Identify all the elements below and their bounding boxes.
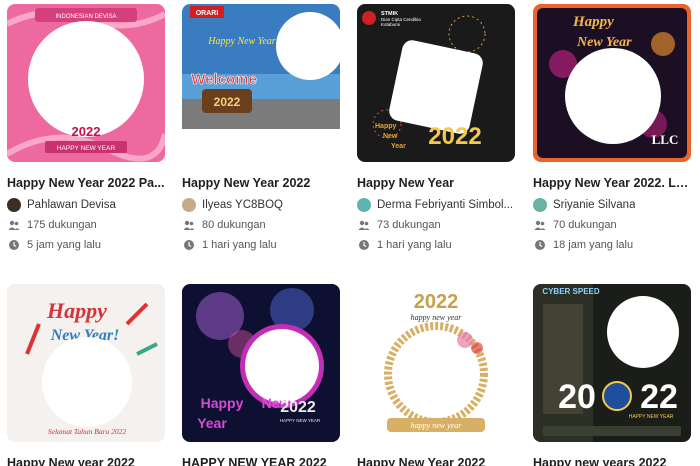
avatar	[357, 198, 371, 212]
art-school-city: Kotabumi	[381, 22, 400, 27]
time-text: 18 jam yang lalu	[553, 239, 634, 251]
author-name: Sriyanie Silvana	[553, 199, 636, 211]
post-time: 1 hari yang lalu	[357, 235, 515, 255]
avatar	[7, 198, 21, 212]
campaign-thumbnail[interactable]: 2022 happy new year happy new year	[357, 284, 515, 442]
campaign-title[interactable]: Happy New Year 2022 Pa...	[7, 175, 165, 191]
art-year-text: 2022	[72, 124, 101, 139]
art-year-word: Year	[391, 143, 406, 150]
people-icon	[533, 218, 547, 232]
supporters-text: 175 dukungan	[27, 219, 97, 231]
art-greeting-text: happy new year	[411, 313, 463, 322]
post-time: 1 hari yang lalu	[182, 235, 340, 255]
campaign-author[interactable]: Derma Febriyanti Simbol...	[357, 195, 515, 215]
campaign-thumbnail[interactable]: ORARI Happy New Year Welcome 2022	[182, 4, 340, 162]
campaign-card[interactable]: CYBER SPEED 20 22 HAPPY NEW YEAR Happy n…	[533, 284, 691, 466]
art-org-text: CYBER SPEED	[542, 287, 600, 296]
avatar	[533, 198, 547, 212]
art-year-text: 2022	[280, 399, 316, 416]
art-greeting-text: HAPPY NEW YEAR	[629, 414, 674, 420]
supporters-text: 70 dukungan	[553, 219, 617, 231]
time-text: 1 hari yang lalu	[202, 239, 277, 251]
art-happy-text: Happy	[201, 395, 244, 411]
campaign-thumbnail[interactable]: Happy New Year LLC	[533, 4, 691, 162]
art-happy-text: Happy	[46, 298, 107, 323]
campaign-author[interactable]: Sriyanie Silvana	[533, 195, 691, 215]
art-year-left: 20	[558, 378, 596, 416]
art-year-text: 2022	[214, 95, 241, 109]
campaign-card[interactable]: 2022 happy new year happy new year Happy…	[357, 284, 515, 466]
author-name: Pahlawan Devisa	[27, 199, 116, 211]
clock-icon	[533, 238, 547, 252]
people-icon	[182, 218, 196, 232]
campaign-title[interactable]: Happy New Year 2022	[182, 175, 340, 191]
art-brand-text: LLC	[652, 132, 679, 147]
art-year-text: 2022	[428, 123, 481, 150]
campaign-author[interactable]: Ilyeas YC8BOQ	[182, 195, 340, 215]
campaign-card[interactable]: STMIK Dian Cipta Cendikia Kotabumi Happy…	[357, 4, 515, 255]
post-time: 5 jam yang lalu	[7, 235, 165, 255]
supporters-count: 80 dukungan	[182, 215, 340, 235]
art-org-text: ORARI	[196, 10, 219, 17]
campaign-title[interactable]: Happy new years 2022	[533, 455, 691, 466]
art-new-text: New	[383, 133, 398, 140]
campaign-title[interactable]: Happy New year 2022	[7, 455, 165, 466]
people-icon	[357, 218, 371, 232]
campaign-title[interactable]: Happy New Year 2022	[357, 455, 515, 466]
art-banner-text: INDONESIAN DEVISA	[55, 14, 116, 20]
supporters-text: 73 dukungan	[377, 219, 441, 231]
campaign-thumbnail[interactable]: Happy New Year 2022 HAPPY NEW YEAR	[182, 284, 340, 442]
supporters-count: 175 dukungan	[7, 215, 165, 235]
campaign-thumbnail[interactable]: CYBER SPEED 20 22 HAPPY NEW YEAR	[533, 284, 691, 442]
campaign-thumbnail[interactable]: INDONESIAN DEVISA 2022 HAPPY NEW YEAR	[7, 4, 165, 162]
clock-icon	[182, 238, 196, 252]
clock-icon	[7, 238, 21, 252]
clock-icon	[357, 238, 371, 252]
campaign-card[interactable]: INDONESIAN DEVISA 2022 HAPPY NEW YEAR Ha…	[7, 4, 165, 255]
campaign-title[interactable]: Happy New Year	[357, 175, 515, 191]
campaign-thumbnail[interactable]: STMIK Dian Cipta Cendikia Kotabumi Happy…	[357, 4, 515, 162]
time-text: 5 jam yang lalu	[27, 239, 101, 251]
art-newyear-text: New Year	[576, 35, 632, 50]
art-happy-text: Happy	[375, 123, 397, 130]
campaign-title[interactable]: Happy New Year 2022. LL...	[533, 175, 691, 191]
campaign-author[interactable]: Pahlawan Devisa	[7, 195, 165, 215]
art-welcome-text: Welcome	[191, 71, 257, 88]
time-text: 1 hari yang lalu	[377, 239, 452, 251]
people-icon	[7, 218, 21, 232]
avatar	[182, 198, 196, 212]
author-name: Derma Febriyanti Simbol...	[377, 199, 514, 211]
supporters-count: 70 dukungan	[533, 215, 691, 235]
campaign-card[interactable]: ORARI Happy New Year Welcome 2022 Happy …	[182, 4, 340, 255]
art-year-text: 2022	[414, 291, 459, 313]
art-greeting-text: HAPPY NEW YEAR	[280, 418, 321, 423]
campaign-card[interactable]: Happy New Year LLC Happy New Year 2022. …	[533, 4, 691, 255]
art-banner-text: happy new year	[411, 421, 463, 430]
campaign-card[interactable]: Happy New Year 2022 HAPPY NEW YEAR HAPPY…	[182, 284, 340, 466]
art-caption-text: Selamat Tahun Baru 2022	[48, 427, 127, 436]
post-time: 18 jam yang lalu	[533, 235, 691, 255]
art-greeting-text: HAPPY NEW YEAR	[57, 145, 116, 152]
supporters-count: 73 dukungan	[357, 215, 515, 235]
campaign-title[interactable]: HAPPY NEW YEAR 2022	[182, 455, 340, 466]
art-greeting-text: Happy New Year	[207, 36, 276, 47]
author-name: Ilyeas YC8BOQ	[202, 199, 283, 211]
campaign-card[interactable]: Happy New Year! Selamat Tahun Baru 2022 …	[7, 284, 165, 466]
art-year-right: 22	[640, 378, 678, 416]
art-year-word: Year	[197, 415, 227, 431]
supporters-text: 80 dukungan	[202, 219, 266, 231]
art-happy-text: Happy	[572, 14, 614, 30]
campaign-thumbnail[interactable]: Happy New Year! Selamat Tahun Baru 2022	[7, 284, 165, 442]
